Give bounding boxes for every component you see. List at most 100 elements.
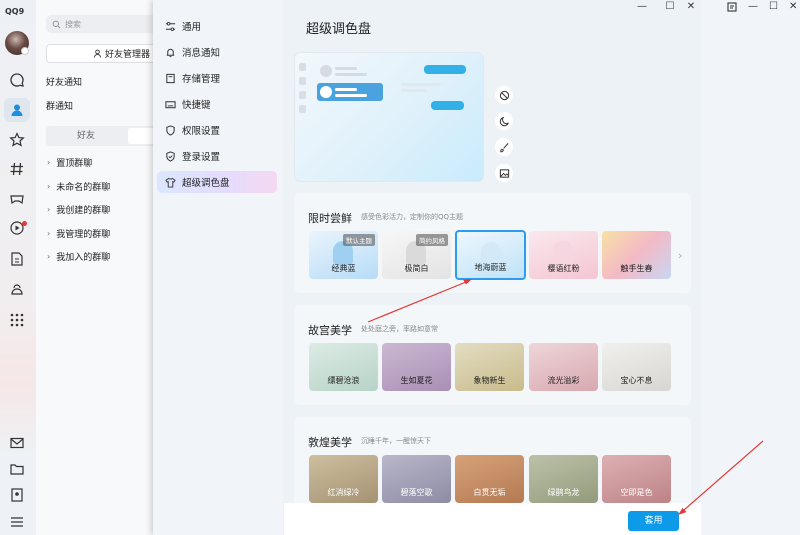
friend-notice[interactable]: 好友通知 [46, 75, 82, 88]
chevron-right-icon: › [47, 182, 51, 191]
chevron-right-icon[interactable]: › [678, 249, 682, 262]
nav-label: 通用 [182, 22, 202, 33]
group-item[interactable]: › 未命名的群聊 [47, 180, 110, 193]
settings-nav: 通用 消息通知 存储管理 快捷键 权限设置 登录设置 超级调色盘 [153, 0, 283, 535]
note-icon[interactable] [727, 2, 737, 12]
nav-label: 登录设置 [182, 152, 221, 163]
maximize-button[interactable]: ☐ [769, 1, 778, 12]
preview-rail-block [299, 105, 306, 113]
tile-tag: 简约风格 [416, 234, 448, 246]
chevron-right-icon: › [47, 205, 51, 214]
settings-window: 通用 消息通知 存储管理 快捷键 权限设置 登录设置 超级调色盘 — ☐ ✕ 超… [153, 0, 701, 535]
user-icon [93, 49, 102, 58]
section-title: 故宫美学 [308, 324, 352, 337]
group-item[interactable]: › 我创建的群聊 [47, 203, 110, 216]
file-icon[interactable] [8, 250, 26, 268]
group-item[interactable]: › 我加入的群聊 [47, 250, 110, 263]
page-title: 超级调色盘 [306, 22, 372, 37]
section-subtitle: 沉睡千年，一醒惊天下 [361, 437, 431, 445]
group-item[interactable]: › 置顶群聊 [47, 156, 92, 169]
menu-icon[interactable] [8, 513, 26, 531]
close-button[interactable]: ✕ [789, 1, 797, 12]
friend-manager-label: 好友管理器 [105, 50, 151, 60]
chat-icon[interactable] [8, 71, 26, 89]
preview-chat-row [317, 62, 383, 80]
tile-label: 触手生春 [620, 264, 653, 273]
theme-tile[interactable]: 触手生春 [602, 231, 671, 279]
theme-tile[interactable]: 缥碧沧浪 [309, 343, 378, 391]
group-item[interactable]: › 我管理的群聊 [47, 227, 110, 240]
preview-line [335, 94, 367, 97]
login-shield-icon [166, 150, 175, 162]
theme-tile[interactable]: 绿鹊鸟龙 [529, 455, 598, 503]
theme-tile[interactable]: 红消绿冷 [309, 455, 378, 503]
theme-tile[interactable]: 樱语红粉 [529, 231, 598, 279]
folder-icon[interactable] [8, 460, 26, 478]
preview-rail-block [299, 77, 306, 85]
guild-icon[interactable] [8, 281, 26, 299]
nav-permissions[interactable]: 权限设置 [157, 119, 277, 141]
theme-tile[interactable]: 宝心不息 [602, 343, 671, 391]
tile-label: 流光溢彩 [547, 376, 580, 385]
block-icon[interactable] [495, 86, 513, 104]
nav-label: 存储管理 [182, 74, 221, 85]
contacts-icon[interactable] [8, 101, 26, 119]
theme-tile[interactable]: 碧落空歌 [382, 455, 451, 503]
tile-label: 空即是色 [620, 488, 653, 497]
hash-icon[interactable] [8, 160, 26, 178]
storage-icon [166, 73, 175, 83]
theme-tile[interactable]: 流光溢彩 [529, 343, 598, 391]
moon-icon[interactable] [495, 112, 513, 130]
minimize-button[interactable]: — [748, 1, 758, 12]
qq-app: QQ9 搜索 好友管理器 好友通知 群通知 好友 › 置顶群聊 › 未命名的群聊… [0, 0, 800, 535]
nav-storage[interactable]: 存储管理 [157, 67, 277, 89]
theme-tile[interactable]: 象物新生 [455, 343, 524, 391]
bookmark-icon[interactable] [8, 486, 26, 504]
apply-button[interactable]: 套用 [628, 511, 679, 531]
palette-content: 超级调色盘 限时尝鲜 感受色彩活力，定制你的QQ主题 默认主题 经典蓝 简约风格… [284, 0, 701, 535]
preview-line [401, 83, 441, 86]
chevron-right-icon: › [47, 158, 51, 167]
group-item-label: 我创建的群聊 [56, 206, 111, 216]
section-dunhuang: 敦煌美学 沉睡千年，一醒惊天下 红消绿冷 碧落空歌 白贯无垢 绿鹊鸟龙 空即是色 [294, 417, 691, 517]
nav-login[interactable]: 登录设置 [157, 145, 277, 167]
preview-line [335, 88, 357, 91]
theme-tile[interactable]: 简约风格 极简白 [382, 231, 451, 279]
game-icon[interactable] [8, 190, 26, 208]
video-badge [22, 221, 27, 226]
theme-tile[interactable]: 空即是色 [602, 455, 671, 503]
tile-label: 极简白 [404, 264, 429, 273]
tile-label: 樱语红粉 [547, 264, 580, 273]
group-item-label: 未命名的群聊 [56, 183, 111, 193]
tile-label: 象物新生 [473, 376, 506, 385]
shield-icon [166, 124, 175, 136]
nav-notifications[interactable]: 消息通知 [157, 41, 277, 63]
image-icon[interactable] [495, 164, 513, 182]
group-notice[interactable]: 群通知 [46, 99, 73, 112]
nav-label: 消息通知 [182, 48, 221, 59]
nav-palette[interactable]: 超级调色盘 [157, 171, 277, 193]
tile-figure [553, 241, 573, 265]
brush-icon[interactable] [495, 138, 513, 156]
preview-line [335, 67, 357, 70]
theme-tile-selected[interactable]: 地海蔚蓝 [455, 230, 526, 280]
nav-general[interactable]: 通用 [157, 15, 277, 37]
preview-chat-row-selected [317, 83, 383, 101]
theme-tile[interactable]: 默认主题 经典蓝 [309, 231, 378, 279]
tab-friends[interactable]: 好友 [46, 126, 126, 146]
star-icon[interactable] [8, 131, 26, 149]
nav-label: 权限设置 [182, 126, 221, 137]
theme-tile[interactable]: 白贯无垢 [455, 455, 524, 503]
theme-preview [294, 52, 484, 182]
search-placeholder: 搜索 [65, 19, 81, 29]
theme-tile[interactable]: 生如夏花 [382, 343, 451, 391]
mail-icon[interactable] [8, 434, 26, 452]
nav-shortcuts[interactable]: 快捷键 [157, 93, 277, 115]
tile-label: 白贯无垢 [473, 488, 506, 497]
qq-logo: QQ9 [5, 7, 25, 16]
tile-label: 红消绿冷 [327, 488, 360, 497]
apps-grid-icon[interactable] [8, 311, 26, 329]
section-palace: 故宫美学 处处庭之旁，率路如意常 缥碧沧浪 生如夏花 象物新生 流光溢彩 宝心不… [294, 305, 691, 405]
preview-rail-block [299, 91, 306, 99]
group-item-label: 我管理的群聊 [56, 230, 111, 240]
